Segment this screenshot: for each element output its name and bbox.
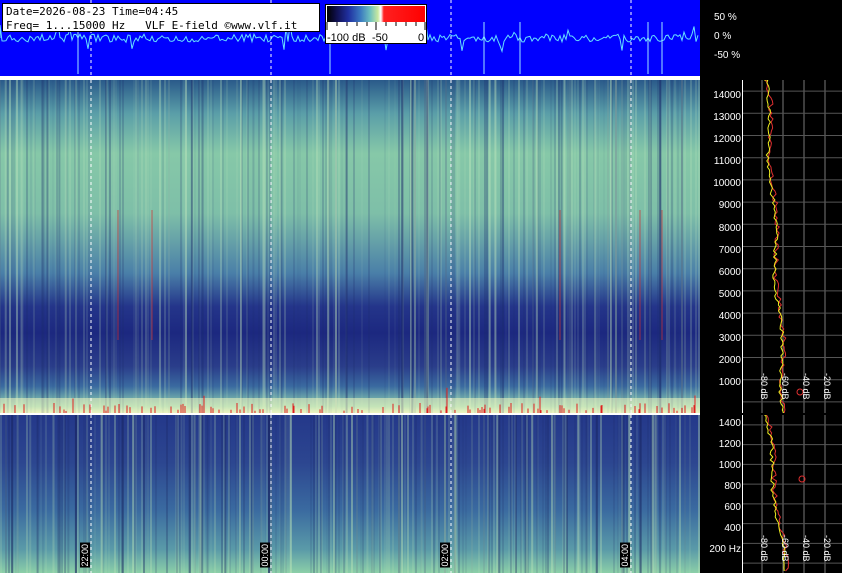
db-label: -60 dB bbox=[780, 535, 790, 562]
time-label: 02:00 bbox=[440, 543, 450, 568]
freq-tick: 400 bbox=[724, 523, 741, 534]
freq-tick: 7000 bbox=[718, 245, 741, 256]
time-label: 00:00 bbox=[260, 543, 270, 568]
db-label: -80 dB bbox=[759, 373, 769, 400]
colorbar-ticks bbox=[326, 22, 426, 30]
db-label: -60 dB bbox=[780, 373, 790, 400]
upper-freq-axis: 14000 13000 12000 11000 10000 9000 8000 … bbox=[700, 80, 741, 413]
db-label: -40 dB bbox=[801, 373, 811, 400]
date-time-text: Date=2026-08-23 Time=04:45 bbox=[6, 5, 179, 18]
freq-tick: 12000 bbox=[713, 134, 741, 145]
freq-tick: 1400 bbox=[718, 418, 741, 429]
freq-tick: 1000 bbox=[718, 377, 741, 388]
lower-spectrogram bbox=[0, 415, 700, 573]
db-label: -40 dB bbox=[801, 535, 811, 562]
colorbar-gradient bbox=[327, 6, 425, 22]
lower-spectrogram-texture bbox=[0, 415, 700, 573]
colorbar-max-label: 0 bbox=[418, 32, 425, 44]
vlf-spectrogram-display: Date=2026-08-23 Time=04:45 Freq= 1...150… bbox=[0, 0, 842, 573]
upper-spectrum-plot bbox=[742, 80, 842, 413]
db-label: -80 dB bbox=[759, 535, 769, 562]
waveform-label-minus50: -50 % bbox=[714, 50, 741, 61]
freq-tick: 8000 bbox=[718, 223, 741, 234]
freq-tick: 6000 bbox=[718, 267, 741, 278]
freq-tick: 1000 bbox=[718, 460, 741, 471]
info-box: Date=2026-08-23 Time=04:45 Freq= 1...150… bbox=[2, 3, 320, 32]
colorbar-min-label: -100 dB bbox=[327, 32, 366, 44]
freq-tick: 800 bbox=[724, 481, 741, 492]
waveform-label-plus50: 50 % bbox=[714, 12, 737, 23]
freq-tick: 5000 bbox=[718, 289, 741, 300]
colorbar-legend: -100 dB -50 0 bbox=[325, 4, 427, 44]
db-label: -20 dB bbox=[822, 535, 832, 562]
freq-tick: 11000 bbox=[713, 156, 741, 167]
waveform-label-zero: 0 % bbox=[714, 31, 732, 42]
lower-freq-axis: 1400 1200 1000 800 600 400 200 Hz bbox=[700, 415, 741, 573]
time-label: 04:00 bbox=[620, 543, 630, 568]
upper-spectrogram bbox=[0, 80, 700, 413]
freq-tick: 9000 bbox=[718, 200, 741, 211]
colorbar-mid-label: -50 bbox=[372, 32, 388, 44]
db-label: -20 dB bbox=[822, 373, 832, 400]
freq-tick: 13000 bbox=[713, 112, 741, 123]
freq-tick: 14000 bbox=[713, 90, 741, 101]
freq-tick: 10000 bbox=[713, 178, 741, 189]
freq-source-text: Freq= 1...15000 Hz VLF E-field ©www.vlf.… bbox=[6, 19, 298, 32]
freq-tick: 600 bbox=[724, 502, 741, 513]
freq-tick: 1200 bbox=[718, 439, 741, 450]
time-label: 22:00 bbox=[80, 543, 90, 568]
freq-tick: 200 Hz bbox=[709, 544, 741, 555]
freq-tick: 3000 bbox=[718, 333, 741, 344]
freq-tick: 2000 bbox=[718, 355, 741, 366]
freq-tick: 4000 bbox=[718, 311, 741, 322]
upper-spectrogram-texture bbox=[0, 80, 700, 413]
